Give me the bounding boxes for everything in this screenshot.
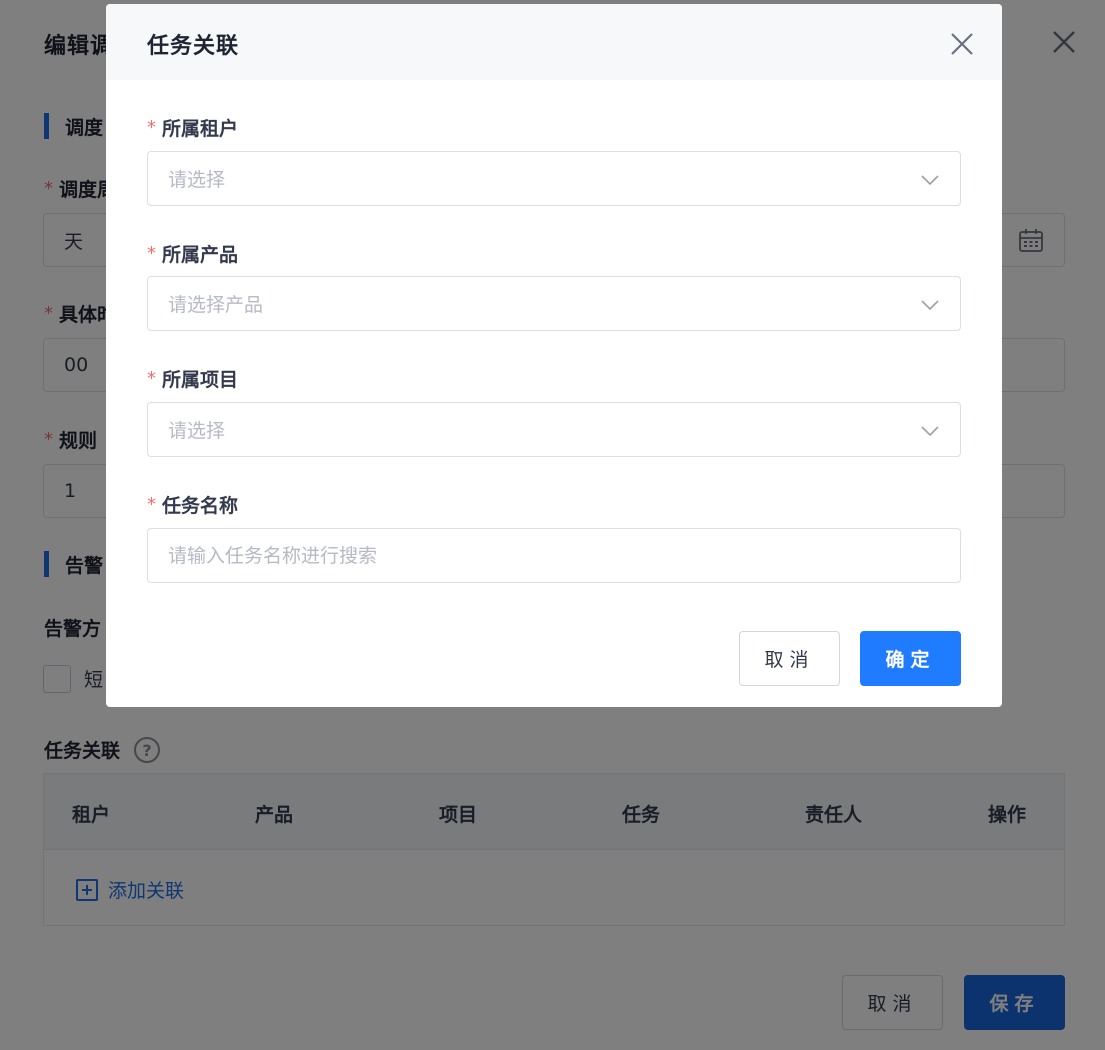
required-mark: *: [147, 117, 156, 138]
project-select[interactable]: 请选择: [147, 402, 961, 457]
cancel-button[interactable]: 取消: [739, 631, 840, 686]
required-mark: *: [147, 243, 156, 264]
required-mark: *: [147, 368, 156, 389]
chevron-down-icon: [921, 300, 939, 311]
tenant-select[interactable]: 请选择: [147, 151, 961, 206]
product-label: * 所属产品: [147, 243, 239, 266]
confirm-button[interactable]: 确定: [860, 631, 961, 686]
project-label: * 所属项目: [147, 368, 239, 391]
close-icon[interactable]: [948, 30, 976, 58]
product-select-placeholder: 请选择产品: [168, 294, 264, 316]
task-link-dialog: 任务关联 * 所属租户 请选择 * 所属产品 请选择产品 * 所属项目 请选择: [106, 4, 1002, 707]
dialog-title: 任务关联: [147, 34, 240, 59]
chevron-down-icon: [921, 426, 939, 437]
required-mark: *: [147, 494, 156, 515]
dialog-header: 任务关联: [106, 4, 1002, 80]
tenant-select-placeholder: 请选择: [168, 169, 226, 191]
chevron-down-icon: [921, 175, 939, 186]
project-select-placeholder: 请选择: [168, 420, 226, 442]
product-select[interactable]: 请选择产品: [147, 276, 961, 331]
task-name-search-input[interactable]: [147, 528, 961, 583]
tenant-label: * 所属租户: [147, 117, 239, 140]
task-name-label: * 任务名称: [147, 494, 239, 517]
